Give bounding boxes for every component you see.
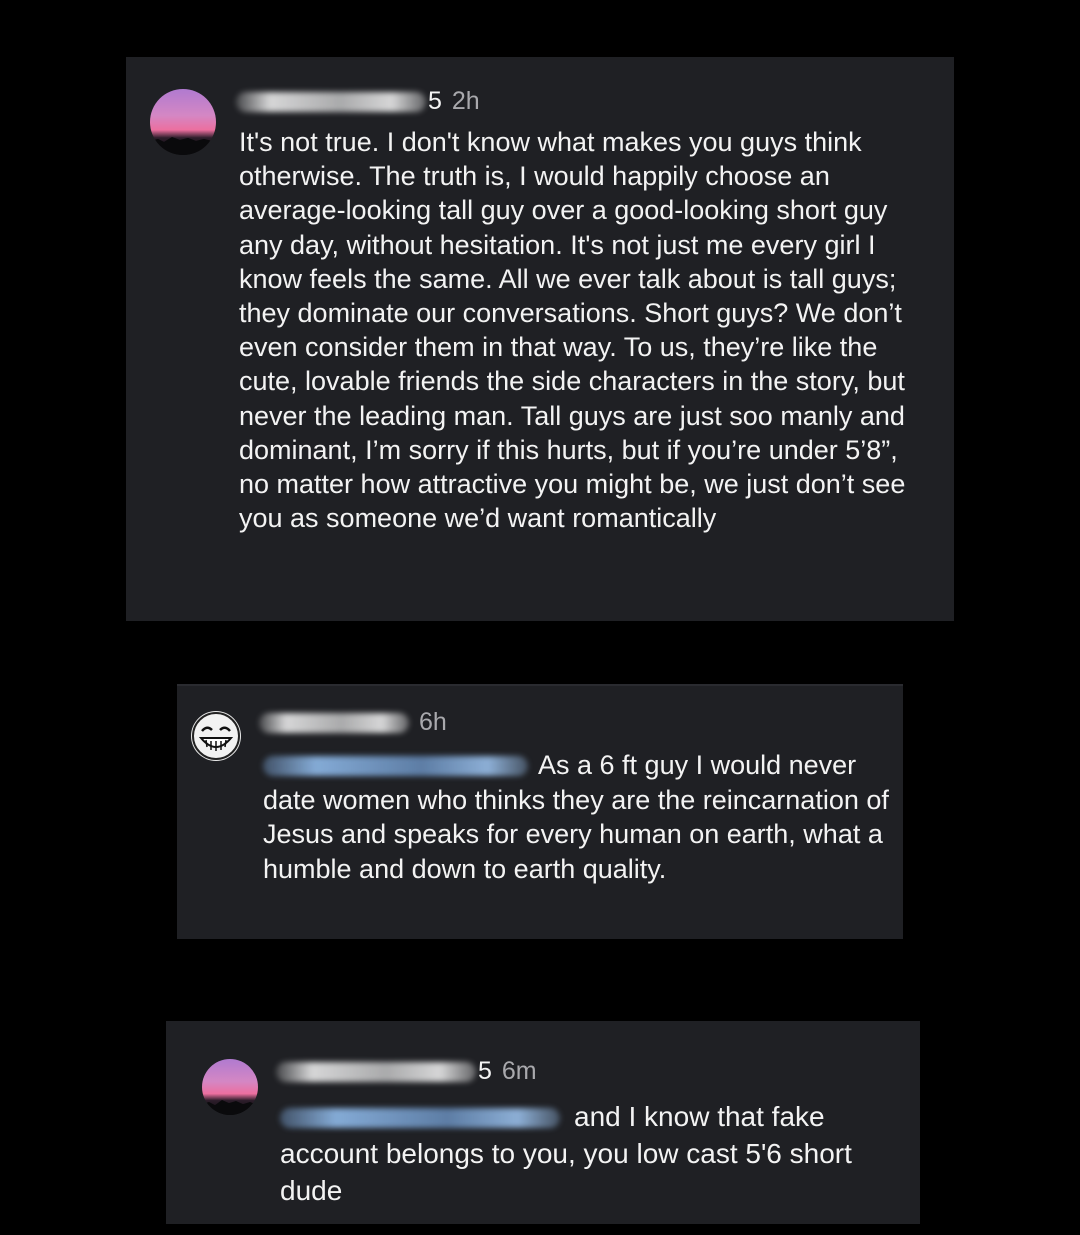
username-redacted[interactable] bbox=[236, 91, 426, 112]
user-avatar[interactable] bbox=[202, 1059, 258, 1115]
mention-redacted[interactable] bbox=[263, 756, 528, 776]
mention-redacted[interactable] bbox=[280, 1108, 560, 1128]
comment-header: 5 2h bbox=[236, 87, 480, 116]
username-suffix[interactable]: 5 bbox=[478, 1057, 492, 1086]
username-suffix[interactable]: 5 bbox=[428, 87, 442, 116]
comment-text: As a 6 ft guy I would never date women w… bbox=[263, 748, 893, 886]
cartoon-grin-icon bbox=[192, 712, 240, 760]
comment-header: 5 6m bbox=[276, 1057, 537, 1086]
timestamp: 6h bbox=[419, 708, 447, 736]
timestamp: 6m bbox=[501, 1057, 537, 1085]
user-avatar[interactable] bbox=[191, 711, 241, 761]
comment-text: and I know that fake account belongs to … bbox=[280, 1098, 910, 1209]
user-avatar[interactable] bbox=[150, 89, 216, 155]
comment-card: 5 6m and I know that fake account belong… bbox=[166, 1021, 920, 1224]
username-redacted[interactable] bbox=[276, 1061, 476, 1082]
comment-header: 6h bbox=[259, 708, 447, 737]
divider bbox=[177, 684, 903, 686]
comment-text: It's not true. I don't know what makes y… bbox=[239, 127, 906, 534]
comment-card: 6h As a 6 ft guy I would never date wome… bbox=[177, 684, 903, 939]
username-redacted[interactable] bbox=[259, 712, 409, 733]
comment-card: 5 2h It's not true. I don't know what ma… bbox=[126, 57, 954, 621]
timestamp: 2h bbox=[451, 87, 480, 115]
